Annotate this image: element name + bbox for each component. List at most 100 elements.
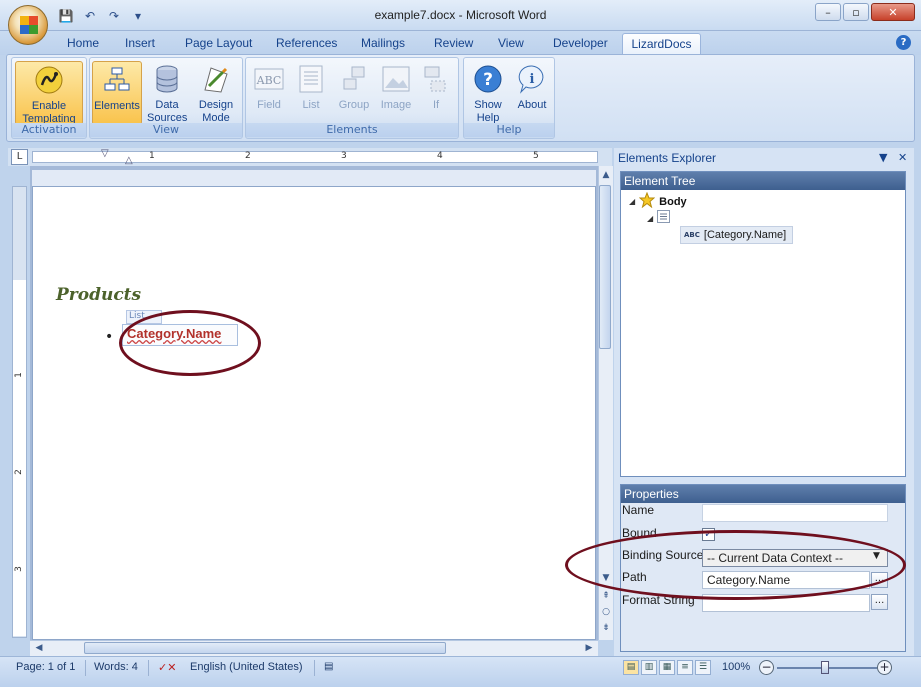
element-tree-header: Element Tree bbox=[621, 172, 905, 190]
tab-references[interactable]: References bbox=[276, 36, 337, 50]
data-sources-button[interactable]: Data Sources bbox=[144, 61, 190, 125]
tab-page-layout[interactable]: Page Layout bbox=[185, 36, 252, 50]
group-help: ? Show Help i About Help bbox=[463, 57, 555, 139]
tab-selector-icon[interactable]: L bbox=[11, 149, 28, 165]
properties-header: Properties bbox=[621, 485, 905, 503]
scroll-right-icon[interactable]: ▶ bbox=[582, 641, 596, 656]
status-divider bbox=[85, 660, 86, 676]
tab-home[interactable]: Home bbox=[67, 36, 99, 50]
database-icon bbox=[151, 63, 183, 95]
zoom-in-icon[interactable]: + bbox=[877, 660, 892, 675]
select-browse-object-icon[interactable]: ○ bbox=[599, 605, 613, 620]
window-title: example7.docx - Microsoft Word bbox=[374, 8, 547, 22]
scroll-left-icon[interactable]: ◀ bbox=[32, 641, 46, 656]
svg-text:ABC: ABC bbox=[256, 74, 282, 87]
tab-insert[interactable]: Insert bbox=[125, 36, 155, 50]
panel-menu-icon[interactable]: ▼ bbox=[879, 151, 887, 164]
group-button[interactable]: Group bbox=[334, 61, 374, 125]
collapse-icon[interactable]: ◢ bbox=[629, 197, 635, 206]
group-activation: Enable Templating Activation bbox=[11, 57, 87, 139]
print-layout-icon[interactable]: ▤ bbox=[623, 660, 639, 675]
name-input[interactable] bbox=[702, 504, 888, 522]
outline-icon[interactable]: ≡ bbox=[677, 660, 693, 675]
format-browse-button[interactable]: ... bbox=[871, 594, 888, 610]
ruler-number: 1 bbox=[149, 151, 155, 161]
tab-lizarddocs[interactable]: LizardDocs bbox=[622, 33, 701, 56]
design-mode-label: Design Mode bbox=[198, 99, 234, 124]
proofing-icon[interactable]: ✓✕ bbox=[158, 661, 176, 674]
group-icon bbox=[338, 63, 370, 95]
page-count[interactable]: Page: 1 of 1 bbox=[16, 661, 75, 673]
tree-node-field[interactable]: ABC [Category.Name] bbox=[680, 226, 794, 244]
full-screen-reading-icon[interactable]: ▥ bbox=[641, 660, 657, 675]
draft-icon[interactable]: ☰ bbox=[695, 660, 711, 675]
word-count[interactable]: Words: 4 bbox=[94, 661, 138, 673]
status-divider bbox=[314, 660, 315, 676]
group-view: Elements Data Sources Design Mode View bbox=[89, 57, 243, 139]
tab-review[interactable]: Review bbox=[434, 36, 473, 50]
if-button[interactable]: If bbox=[418, 61, 454, 125]
next-page-icon[interactable]: ⇟ bbox=[599, 621, 613, 636]
ribbon-tabs: Home Insert Page Layout References Maili… bbox=[0, 31, 921, 56]
panel-controls: ▼ ✕ bbox=[879, 151, 907, 164]
annotation-ellipse bbox=[565, 530, 906, 600]
maximize-button[interactable]: ▫ bbox=[843, 3, 869, 21]
svg-text:?: ? bbox=[483, 70, 493, 90]
panel-title: Elements Explorer bbox=[618, 151, 717, 165]
ruler-number: 5 bbox=[533, 151, 539, 161]
tree-node-list[interactable]: ◢ bbox=[647, 210, 671, 226]
zoom-out-icon[interactable]: − bbox=[759, 660, 774, 675]
web-layout-icon[interactable]: ▦ bbox=[659, 660, 675, 675]
elements-button[interactable]: Elements bbox=[92, 61, 142, 125]
language[interactable]: English (United States) bbox=[190, 661, 303, 673]
previous-page-icon[interactable]: ⇞ bbox=[599, 589, 613, 604]
star-icon bbox=[638, 191, 656, 211]
ruler-number: 1 bbox=[13, 372, 24, 378]
ruler-number: 2 bbox=[13, 469, 24, 475]
document-heading[interactable]: Products bbox=[56, 285, 141, 305]
help-icon[interactable]: ? bbox=[896, 35, 911, 50]
list-button[interactable]: List bbox=[292, 61, 330, 125]
scroll-up-icon[interactable]: ▲ bbox=[599, 168, 613, 183]
horizontal-ruler[interactable]: 1 2 3 4 5 ▽ △ bbox=[32, 148, 598, 166]
tab-mailings[interactable]: Mailings bbox=[361, 36, 405, 50]
tree-node-body[interactable]: ◢ Body bbox=[629, 191, 687, 211]
status-bar bbox=[0, 656, 921, 687]
field-button[interactable]: ABC Field bbox=[250, 61, 288, 125]
close-button[interactable]: ✕ bbox=[871, 3, 915, 21]
horizontal-scroll-thumb[interactable] bbox=[84, 642, 446, 654]
name-label: Name bbox=[622, 503, 655, 517]
tree-node-label: [Category.Name] bbox=[703, 229, 787, 241]
vertical-scroll-thumb[interactable] bbox=[599, 185, 611, 349]
tab-developer[interactable]: Developer bbox=[553, 36, 608, 50]
panel-close-icon[interactable]: ✕ bbox=[898, 151, 907, 164]
group-elements: ABC Field List Group Image If Elements bbox=[245, 57, 459, 139]
collapse-icon[interactable]: ◢ bbox=[647, 214, 653, 223]
abc-field-icon: ABC bbox=[253, 63, 285, 95]
image-label: Image bbox=[380, 99, 412, 111]
macro-record-icon[interactable]: ▤ bbox=[324, 661, 333, 672]
image-icon bbox=[380, 63, 412, 95]
abc-field-icon: ABC bbox=[684, 231, 700, 239]
group-label-view: View bbox=[90, 123, 242, 137]
zoom-level[interactable]: 100% bbox=[722, 661, 750, 673]
if-icon bbox=[420, 63, 452, 95]
enable-templating-button[interactable]: Enable Templating bbox=[15, 61, 83, 125]
hanging-indent-icon[interactable]: △ bbox=[125, 155, 133, 166]
ruler-number: 3 bbox=[13, 566, 24, 572]
image-button[interactable]: Image bbox=[376, 61, 416, 125]
minimize-button[interactable]: – bbox=[815, 3, 841, 21]
design-mode-button[interactable]: Design Mode bbox=[192, 61, 240, 125]
annotation-ellipse bbox=[119, 310, 261, 376]
show-help-button[interactable]: ? Show Help bbox=[467, 61, 509, 125]
elements-icon bbox=[101, 64, 133, 96]
about-button[interactable]: i About bbox=[511, 61, 553, 125]
zoom-slider-thumb[interactable] bbox=[821, 661, 829, 674]
bullet-icon: • bbox=[105, 329, 114, 345]
info-icon: i bbox=[516, 63, 548, 95]
help-icon: ? bbox=[472, 63, 504, 95]
indent-marker-icon[interactable]: ▽ bbox=[101, 148, 109, 159]
document-page[interactable] bbox=[32, 186, 596, 640]
office-button[interactable] bbox=[8, 5, 48, 45]
tab-view[interactable]: View bbox=[498, 36, 524, 50]
